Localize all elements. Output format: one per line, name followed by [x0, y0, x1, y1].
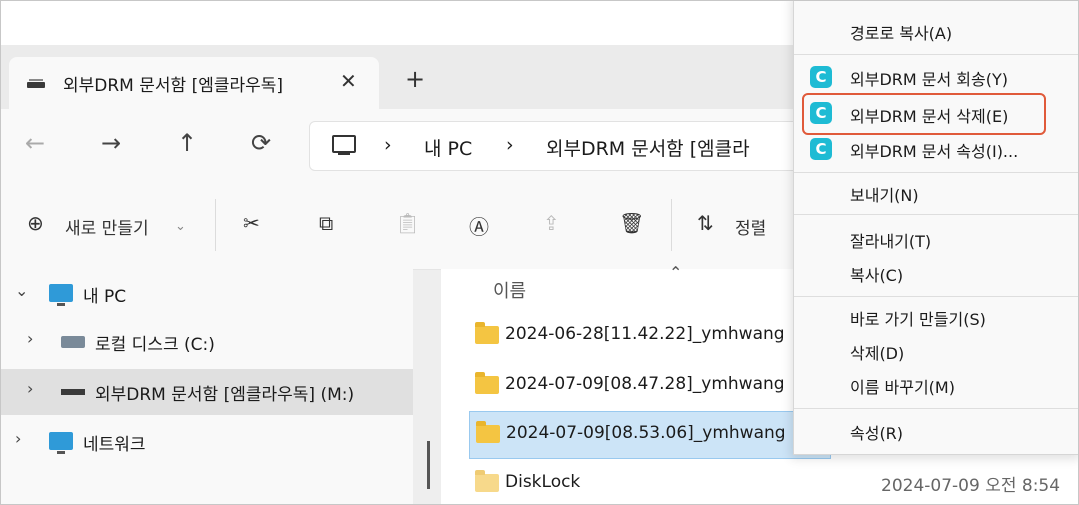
menu-separator [794, 296, 1078, 297]
tree-item-label: 로컬 디스크 (C:) [95, 335, 215, 355]
breadcrumb-separator[interactable]: › [384, 134, 392, 156]
drm-c-icon: C [810, 138, 832, 160]
new-plus-icon: ⊕ [27, 211, 44, 235]
divider [671, 199, 672, 251]
drm-drive-icon [61, 389, 85, 395]
chevron-down-icon[interactable]: ⌄ [175, 219, 186, 234]
menu-item-label: 복사(C) [850, 266, 904, 285]
cut-icon[interactable]: ✂ [243, 211, 260, 235]
breadcrumb-drm-docbox[interactable]: 외부DRM 문서함 [엠클라 [546, 134, 750, 161]
tree-item-local-disk[interactable]: › 로컬 디스크 (C:) [1, 319, 413, 365]
refresh-button[interactable]: ⟳ [251, 129, 271, 157]
computer-icon [49, 284, 73, 306]
folder-icon [475, 322, 499, 344]
menu-item-label: 경로로 복사(A) [850, 24, 953, 43]
rename-icon[interactable]: Ⓐ [469, 211, 489, 240]
menu-item-drm-return[interactable]: C 외부DRM 문서 회송(Y) [794, 60, 1078, 94]
chevron-right-icon[interactable]: › [27, 329, 33, 348]
modified-date: 2024-07-09 오전 8:54 [881, 476, 1061, 496]
file-name: DiskLock [505, 472, 581, 492]
menu-item-label: 이름 바꾸기(M) [850, 378, 955, 397]
sort-ascending-icon: ⌃ [669, 263, 683, 282]
divider [215, 199, 216, 251]
menu-item-label: 외부DRM 문서 속성(I)... [850, 142, 1019, 161]
chevron-right-icon[interactable]: › [27, 379, 33, 398]
sort-button[interactable]: 정렬 [735, 214, 766, 239]
menu-item-create-shortcut[interactable]: 바로 가기 만들기(S) [794, 300, 1078, 334]
breadcrumb-my-pc[interactable]: 내 PC [424, 134, 472, 161]
menu-item-label: 속성(R) [850, 424, 904, 443]
file-name: 2024-06-28[11.42.22]_ymhwang [505, 324, 785, 344]
menu-item-label: 잘라내기(T) [850, 232, 932, 251]
menu-separator [794, 214, 1078, 215]
menu-separator [794, 408, 1078, 409]
menu-separator [794, 54, 1078, 55]
pane-splitter[interactable] [427, 441, 430, 489]
menu-item-delete[interactable]: 삭제(D) [794, 334, 1078, 368]
explorer-window: 외부DRM 문서함 [엠클라우독] ✕ + ← → ↑ ⟳ › 내 PC › 외… [0, 0, 1079, 505]
list-item[interactable]: DiskLock [469, 461, 829, 504]
list-item[interactable]: 2024-07-09[08.47.28]_ymhwang [469, 363, 829, 409]
share-icon[interactable]: ⇪ [543, 211, 560, 235]
list-item[interactable]: 2024-07-09[08.53.06]_ymhwang [469, 411, 831, 459]
menu-item-drm-properties[interactable]: C 외부DRM 문서 속성(I)... [794, 132, 1078, 166]
menu-item-label: 외부DRM 문서 삭제(E) [850, 107, 1009, 126]
forward-button[interactable]: → [101, 129, 121, 157]
copy-icon[interactable]: ⧉ [319, 211, 333, 235]
menu-item-copy-path[interactable]: 경로로 복사(A) [794, 14, 1078, 48]
menu-item-cut[interactable]: 잘라내기(T) [794, 222, 1078, 256]
menu-item-drm-delete[interactable]: C 외부DRM 문서 삭제(E) [802, 93, 1046, 135]
paste-icon[interactable]: 📋︎ [395, 211, 420, 235]
tree-item-label: 네트워크 [83, 435, 146, 455]
menu-item-copy[interactable]: 복사(C) [794, 256, 1078, 290]
menu-item-rename[interactable]: 이름 바꾸기(M) [794, 368, 1078, 402]
computer-icon [332, 135, 356, 155]
new-button[interactable]: 새로 만들기 [65, 214, 149, 239]
menu-item-label: 바로 가기 만들기(S) [850, 310, 986, 329]
tree-item-network[interactable]: › 네트워크 [1, 419, 413, 465]
chevron-right-icon[interactable]: › [15, 429, 21, 448]
drive-icon [27, 79, 45, 88]
menu-item-label: 삭제(D) [850, 344, 905, 363]
back-button[interactable]: ← [25, 129, 45, 157]
drm-c-icon: C [810, 66, 832, 88]
folder-icon [475, 372, 499, 394]
up-button[interactable]: ↑ [177, 129, 197, 157]
tree-item-label: 내 PC [83, 287, 127, 307]
folder-icon [475, 470, 499, 492]
file-name: 2024-07-09[08.47.28]_ymhwang [505, 374, 785, 394]
column-header-name[interactable]: 이름 [493, 277, 526, 303]
context-menu: 경로로 복사(A) C 외부DRM 문서 회송(Y) C 외부DRM 문서 삭제… [793, 1, 1078, 455]
folder-icon [476, 421, 500, 443]
tab-title: 외부DRM 문서함 [엠클라우독] [63, 76, 284, 96]
delete-icon[interactable]: 🗑︎ [619, 211, 644, 235]
sort-icon: ⇅ [697, 211, 714, 235]
menu-separator [794, 172, 1078, 173]
menu-item-label: 외부DRM 문서 회송(Y) [850, 70, 1008, 89]
breadcrumb-separator[interactable]: › [506, 134, 514, 156]
file-name: 2024-07-09[08.53.06]_ymhwang [506, 423, 786, 443]
menu-item-send-to[interactable]: 보내기(N) [794, 176, 1078, 210]
new-tab-button[interactable]: + [405, 65, 425, 93]
tree-item-my-pc[interactable]: ⌄ 내 PC [1, 271, 413, 317]
list-item[interactable]: 2024-06-28[11.42.22]_ymhwang [469, 313, 829, 359]
navigation-pane: ⌄ 내 PC › 로컬 디스크 (C:) › 외부DRM 문서함 [엠클라우독]… [1, 269, 413, 504]
close-tab-icon[interactable]: ✕ [340, 69, 357, 93]
menu-item-label: 보내기(N) [850, 186, 919, 205]
tab-drm-docbox[interactable]: 외부DRM 문서함 [엠클라우독] ✕ [9, 57, 379, 109]
tree-item-drm-docbox[interactable]: › 외부DRM 문서함 [엠클라우독] (M:) [1, 369, 413, 415]
chevron-down-icon[interactable]: ⌄ [15, 281, 28, 300]
tree-item-label: 외부DRM 문서함 [엠클라우독] (M:) [95, 385, 355, 405]
drm-c-icon: C [810, 102, 832, 124]
menu-item-properties[interactable]: 속성(R) [794, 414, 1078, 448]
disk-icon [61, 336, 85, 348]
network-icon [49, 432, 73, 454]
